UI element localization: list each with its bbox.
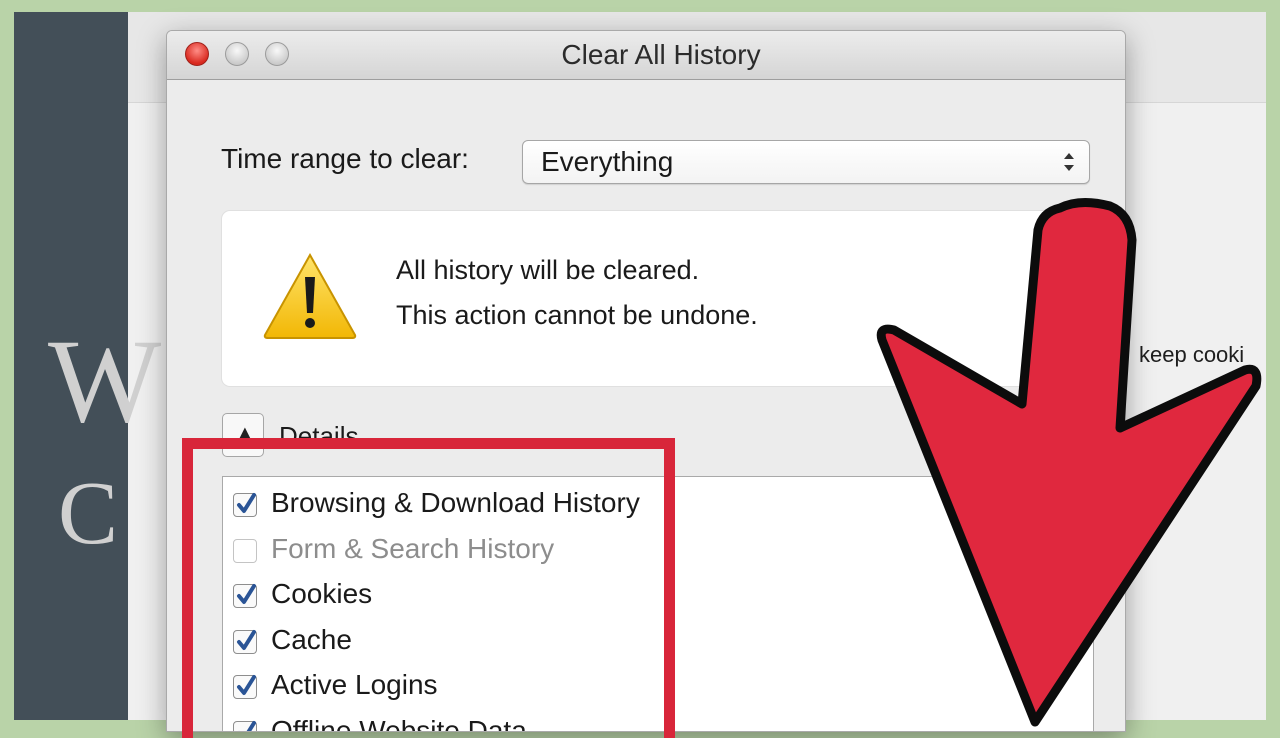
updown-chevron-icon: [1064, 153, 1074, 171]
item-label: Cache: [271, 624, 352, 655]
item-label: Cookies: [271, 578, 373, 609]
checkmark-icon: [237, 493, 256, 513]
warning-submessage: This action cannot be undone.: [396, 300, 758, 330]
dialog-title: Clear All History: [561, 39, 761, 70]
background-ghost-glyph: C: [58, 464, 119, 563]
warning-message: All history will be cleared.: [396, 255, 700, 285]
item-label: Offline Website Data: [271, 715, 527, 732]
time-range-value: Everything: [541, 146, 674, 177]
time-range-select[interactable]: Everything: [522, 140, 1090, 184]
checkbox[interactable]: [233, 493, 257, 517]
checkmark-icon: [237, 584, 256, 604]
warning-triangle-icon: [263, 252, 357, 339]
checkmark-icon: [237, 630, 256, 650]
checkbox[interactable]: [233, 630, 257, 654]
time-range-label: Time range to clear:: [221, 143, 469, 174]
checkbox[interactable]: [233, 721, 257, 731]
checkbox: [233, 539, 257, 563]
checkbox[interactable]: [233, 584, 257, 608]
checkmark-icon: [239, 721, 256, 731]
details-label: Details: [279, 421, 359, 451]
item-label: Form & Search History: [271, 533, 555, 564]
title-bar: Clear All History: [167, 31, 1125, 80]
checkbox[interactable]: [233, 675, 257, 699]
checkmark-icon: [237, 675, 256, 695]
item-label: Active Logins: [271, 669, 438, 700]
details-toggle-button[interactable]: ▲: [222, 413, 264, 457]
chevron-up-icon: ▲: [236, 422, 254, 442]
item-label: Browsing & Download History: [271, 487, 640, 518]
down-arrow-annotation: [876, 198, 1262, 727]
background-ghost-glyph: W: [48, 314, 162, 447]
